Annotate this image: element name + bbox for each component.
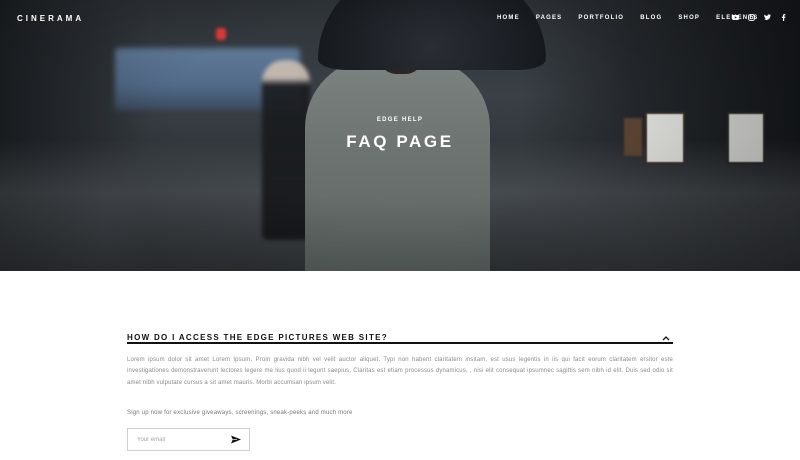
faq-question: HOW DO I ACCESS THE EDGE PICTURES WEB SI… bbox=[127, 333, 388, 342]
chevron-up-icon[interactable] bbox=[662, 328, 670, 341]
menu-item-portfolio[interactable]: PORTFOLIO bbox=[578, 15, 624, 21]
page-title: FAQ PAGE bbox=[346, 132, 454, 151]
menu-item-pages[interactable]: PAGES bbox=[536, 15, 563, 21]
hero-heading: EDGE HELP FAQ PAGE bbox=[0, 117, 800, 152]
top-navigation: CINERAMA HOME PAGES PORTFOLIO BLOG SHOP … bbox=[0, 0, 800, 36]
site-logo[interactable]: CINERAMA bbox=[17, 14, 84, 23]
newsletter-form bbox=[127, 428, 250, 451]
menu-item-home[interactable]: HOME bbox=[497, 15, 520, 21]
menu-item-shop[interactable]: SHOP bbox=[678, 15, 700, 21]
faq-question-toggle[interactable]: HOW DO I ACCESS THE EDGE PICTURES WEB SI… bbox=[127, 327, 673, 342]
social-links bbox=[732, 13, 787, 21]
newsletter-text: Sign up now for exclusive giveaways, scr… bbox=[127, 410, 353, 416]
faq-answer: Lorem ipsum dolor sit amet Lorem Ipsum. … bbox=[127, 356, 673, 386]
menu-item-blog[interactable]: BLOG bbox=[640, 15, 662, 21]
facebook-icon[interactable] bbox=[780, 13, 787, 21]
instagram-icon[interactable] bbox=[748, 13, 755, 21]
faq-accordion-item: HOW DO I ACCESS THE EDGE PICTURES WEB SI… bbox=[127, 327, 673, 389]
hero-subtitle: EDGE HELP bbox=[376, 117, 424, 123]
faq-divider bbox=[127, 342, 673, 344]
youtube-icon[interactable] bbox=[732, 13, 739, 21]
email-input[interactable] bbox=[137, 435, 229, 445]
twitter-icon[interactable] bbox=[764, 13, 771, 21]
send-icon[interactable] bbox=[231, 435, 241, 444]
